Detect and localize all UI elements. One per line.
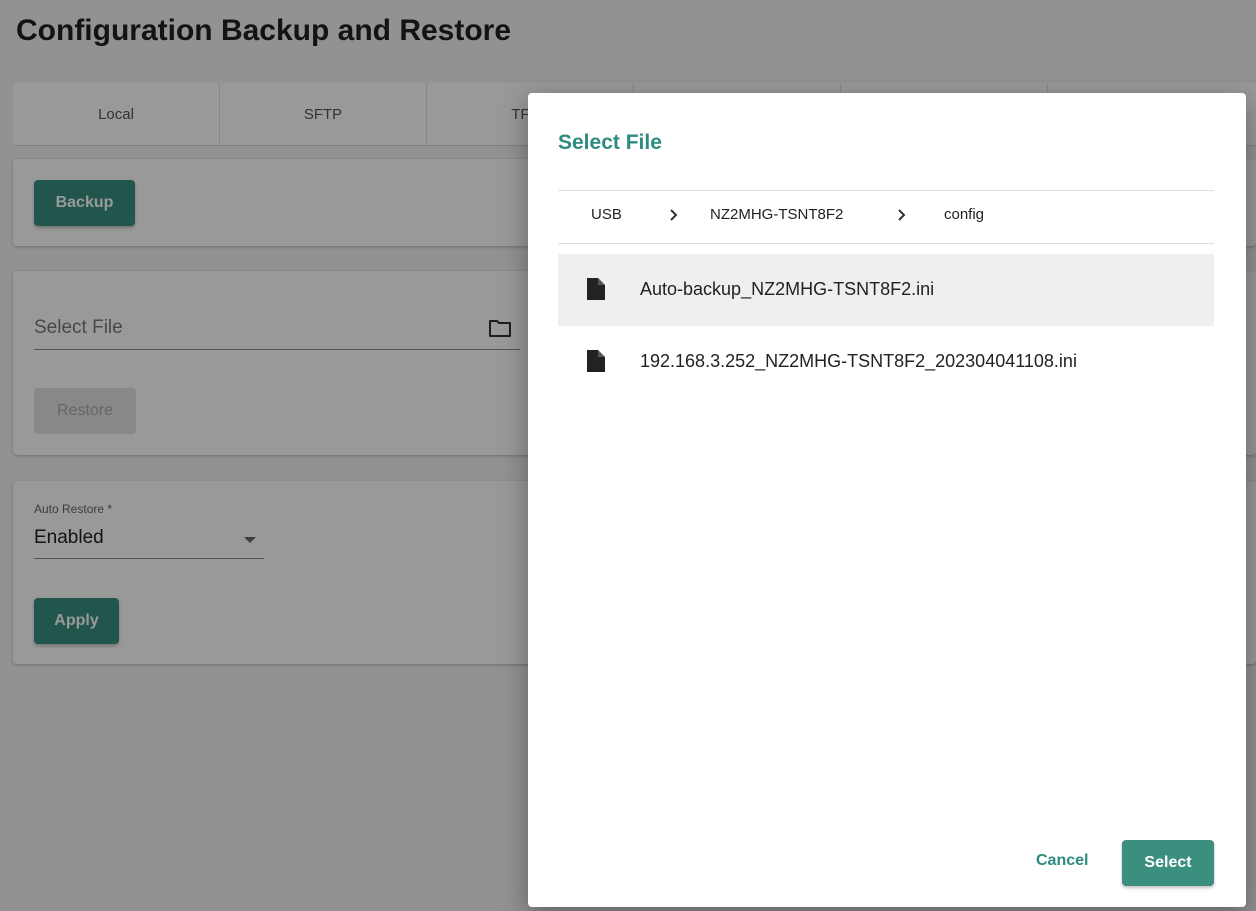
breadcrumb-config[interactable]: config: [944, 206, 984, 223]
file-list: Auto-backup_NZ2MHG-TSNT8F2.ini 192.168.3…: [558, 254, 1214, 398]
breadcrumb: USB NZ2MHG-TSNT8F2 config: [558, 190, 1214, 244]
file-name: Auto-backup_NZ2MHG-TSNT8F2.ini: [640, 279, 935, 299]
breadcrumb-usb[interactable]: USB: [591, 206, 622, 223]
cancel-button[interactable]: Cancel: [1036, 852, 1088, 870]
file-icon: [587, 278, 605, 300]
dialog-title: Select File: [558, 131, 662, 154]
file-name: 192.168.3.252_NZ2MHG-TSNT8F2_20230404110…: [640, 351, 1077, 371]
chevron-right-icon: [898, 209, 906, 221]
select-file-dialog: Select File USB NZ2MHG-TSNT8F2 config Au…: [528, 93, 1246, 907]
breadcrumb-device[interactable]: NZ2MHG-TSNT8F2: [710, 206, 843, 223]
file-list-item[interactable]: Auto-backup_NZ2MHG-TSNT8F2.ini: [558, 254, 1214, 326]
file-icon: [587, 350, 605, 372]
file-list-item[interactable]: 192.168.3.252_NZ2MHG-TSNT8F2_20230404110…: [558, 326, 1214, 398]
chevron-right-icon: [670, 209, 678, 221]
select-button[interactable]: Select: [1122, 840, 1214, 886]
